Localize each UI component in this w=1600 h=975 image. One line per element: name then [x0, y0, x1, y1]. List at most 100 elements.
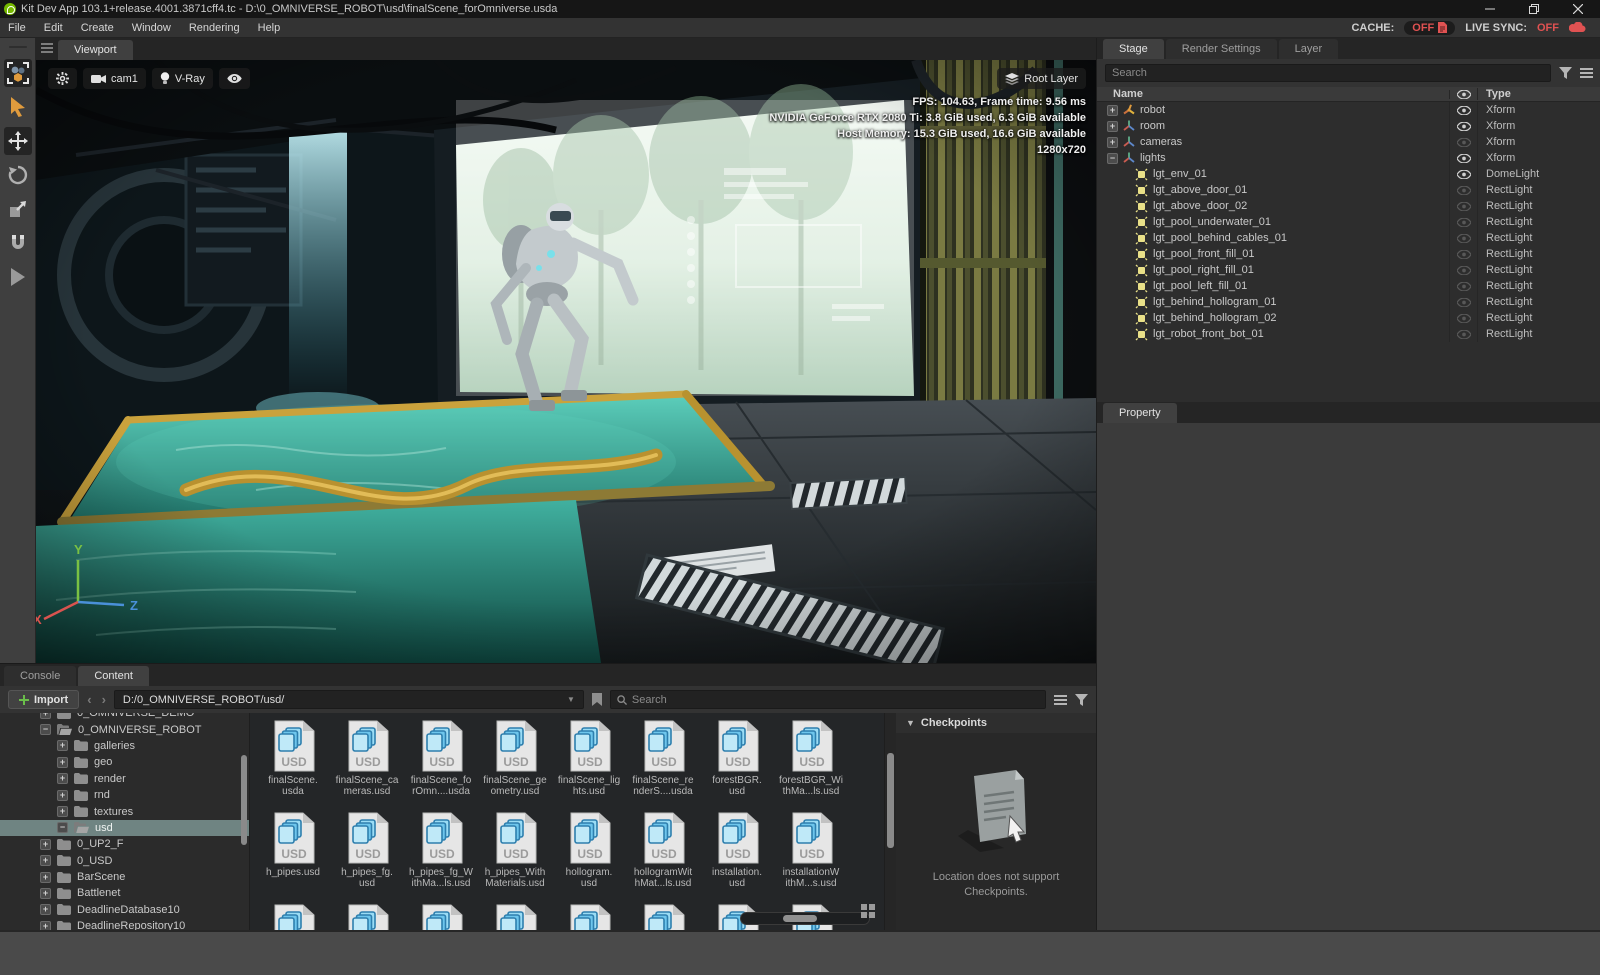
folder-tree-scrollbar[interactable]	[241, 755, 247, 845]
visibility-eye-icon[interactable]	[1456, 281, 1471, 291]
folder-row[interactable]: +0_USD	[0, 853, 249, 869]
folder-row[interactable]: + BarScene	[0, 869, 249, 885]
visibility-eye-icon[interactable]	[1456, 313, 1471, 323]
path-input[interactable]: D:/0_OMNIVERSE_ROBOT/usd/ ▼	[113, 690, 584, 709]
import-button[interactable]: Import	[8, 690, 80, 709]
expand-icon[interactable]: +	[1107, 104, 1118, 116]
stage-row[interactable]: lgt_above_door_01 RectLight	[1097, 182, 1600, 198]
expand-icon[interactable]: +	[1107, 136, 1118, 148]
visibility-eye-icon[interactable]	[1456, 185, 1471, 195]
collapse-icon[interactable]: −	[1107, 152, 1118, 164]
menu-file[interactable]: File	[8, 22, 26, 34]
scale-tool-button[interactable]	[4, 195, 32, 223]
grid-view-icon[interactable]	[861, 904, 877, 918]
menu-rendering[interactable]: Rendering	[189, 22, 240, 34]
file-item[interactable]: USD h_pipes_With Materials.usd	[478, 808, 552, 900]
minimize-button[interactable]	[1468, 0, 1512, 18]
file-item[interactable]: USD forestBGR. usd	[700, 716, 774, 808]
tab-console[interactable]: Console	[4, 666, 77, 686]
menu-edit[interactable]: Edit	[44, 22, 63, 34]
menu-create[interactable]: Create	[81, 22, 114, 34]
visibility-eye-icon[interactable]	[1456, 297, 1471, 307]
collapse-icon[interactable]: −	[57, 822, 68, 834]
folder-row[interactable]: +0_UP2_F	[0, 836, 249, 852]
expand-icon[interactable]: +	[40, 887, 51, 899]
file-item[interactable]: USD hollogram. usd	[552, 808, 626, 900]
horizontal-scrollbar[interactable]	[740, 904, 875, 925]
stage-row[interactable]: + room Xform	[1097, 118, 1600, 134]
file-item[interactable]: USD hollogramWit hMat...ls.usd	[626, 808, 700, 900]
tab-layer[interactable]: Layer	[1278, 39, 1339, 59]
column-name[interactable]: Name	[1097, 88, 1449, 100]
expand-icon[interactable]: +	[40, 855, 51, 867]
file-item[interactable]: USD finalScene_fo rOmn....usda	[404, 716, 478, 808]
viewport[interactable]: Y Z X cam1 V-Ray Root Layer FPS: 104.63,…	[36, 60, 1096, 663]
file-item[interactable]: USD forestBGR_Wi thMa...ls.usd	[774, 716, 848, 808]
stage-row[interactable]: + cameras Xform	[1097, 134, 1600, 150]
collapse-icon[interactable]: −	[40, 724, 51, 736]
file-item[interactable]: USD installation. usd	[700, 808, 774, 900]
expand-icon[interactable]: +	[57, 740, 68, 752]
file-item[interactable]: USD	[626, 900, 700, 931]
folder-row[interactable]: +0_OMNIVERSE_DEMO	[0, 713, 249, 721]
visibility-menu-button[interactable]	[218, 68, 250, 89]
folder-row[interactable]: + textures	[0, 803, 249, 819]
tab-render-settings[interactable]: Render Settings	[1165, 39, 1277, 59]
root-layer-button[interactable]: Root Layer	[997, 68, 1086, 89]
expand-icon[interactable]: +	[40, 871, 51, 883]
file-item[interactable]: USD h_pipes.usd	[256, 808, 330, 900]
stage-row[interactable]: lgt_pool_underwater_01 RectLight	[1097, 214, 1600, 230]
stage-row[interactable]: lgt_pool_left_fill_01 RectLight	[1097, 278, 1600, 294]
stage-row[interactable]: lgt_above_door_02 RectLight	[1097, 198, 1600, 214]
select-arrow-button[interactable]	[4, 93, 32, 121]
move-tool-button[interactable]	[3, 127, 32, 155]
folder-row[interactable]: + galleries	[0, 738, 249, 754]
rotate-tool-button[interactable]	[4, 161, 32, 189]
visibility-eye-icon[interactable]	[1456, 105, 1471, 115]
visibility-eye-icon[interactable]	[1456, 153, 1471, 163]
file-item[interactable]: USD	[256, 900, 330, 931]
visibility-eye-icon[interactable]	[1456, 137, 1471, 147]
view-options-icon[interactable]	[1054, 694, 1067, 705]
visibility-eye-icon[interactable]	[1456, 169, 1471, 179]
expand-icon[interactable]: +	[57, 806, 68, 818]
visibility-eye-icon[interactable]	[1456, 265, 1471, 275]
visibility-eye-icon[interactable]	[1456, 233, 1471, 243]
collapse-caret-icon[interactable]: ▼	[906, 718, 915, 728]
folder-row[interactable]: + rnd	[0, 787, 249, 803]
nav-forward-icon[interactable]: ›	[102, 692, 106, 707]
visibility-eye-icon[interactable]	[1456, 217, 1471, 227]
folder-row[interactable]: + DeadlineDatabase10	[0, 902, 249, 918]
file-item[interactable]: USD installationW ithM...s.usd	[774, 808, 848, 900]
close-button[interactable]	[1556, 0, 1600, 18]
stage-row[interactable]: lgt_behind_hollogram_02 RectLight	[1097, 310, 1600, 326]
file-item[interactable]: USD finalScene_ge ometry.usd	[478, 716, 552, 808]
folder-row[interactable]: + render	[0, 771, 249, 787]
expand-icon[interactable]: +	[40, 838, 51, 850]
visibility-eye-icon[interactable]	[1456, 121, 1471, 131]
tab-content[interactable]: Content	[78, 666, 149, 686]
expand-icon[interactable]: +	[57, 789, 68, 801]
visibility-eye-icon[interactable]	[1456, 329, 1471, 339]
maximize-button[interactable]	[1512, 0, 1556, 18]
file-item[interactable]: USD h_pipes_fg_W ithMa...ls.usd	[404, 808, 478, 900]
stage-search-input[interactable]: Search	[1105, 64, 1551, 82]
nav-back-icon[interactable]: ‹	[87, 692, 91, 707]
menu-window[interactable]: Window	[132, 22, 171, 34]
camera-selector-button[interactable]: cam1	[83, 68, 146, 89]
stage-row[interactable]: lgt_env_01 DomeLight	[1097, 166, 1600, 182]
file-item[interactable]: USD	[330, 900, 404, 931]
options-menu-icon[interactable]	[1580, 68, 1593, 78]
visibility-eye-icon[interactable]	[1456, 201, 1471, 211]
tab-property[interactable]: Property	[1103, 403, 1177, 423]
expand-icon[interactable]: +	[57, 756, 68, 768]
folder-row[interactable]: + Battlenet	[0, 885, 249, 901]
bookmark-icon[interactable]	[591, 693, 602, 706]
file-item[interactable]: USD finalScene. usda	[256, 716, 330, 808]
stage-row[interactable]: − lights Xform	[1097, 150, 1600, 166]
play-button[interactable]	[4, 263, 32, 291]
stage-row[interactable]: lgt_pool_right_fill_01 RectLight	[1097, 262, 1600, 278]
file-item[interactable]: USD finalScene_ca meras.usd	[330, 716, 404, 808]
stage-row[interactable]: lgt_robot_front_bot_01 RectLight	[1097, 326, 1600, 342]
expand-icon[interactable]: +	[57, 773, 68, 785]
